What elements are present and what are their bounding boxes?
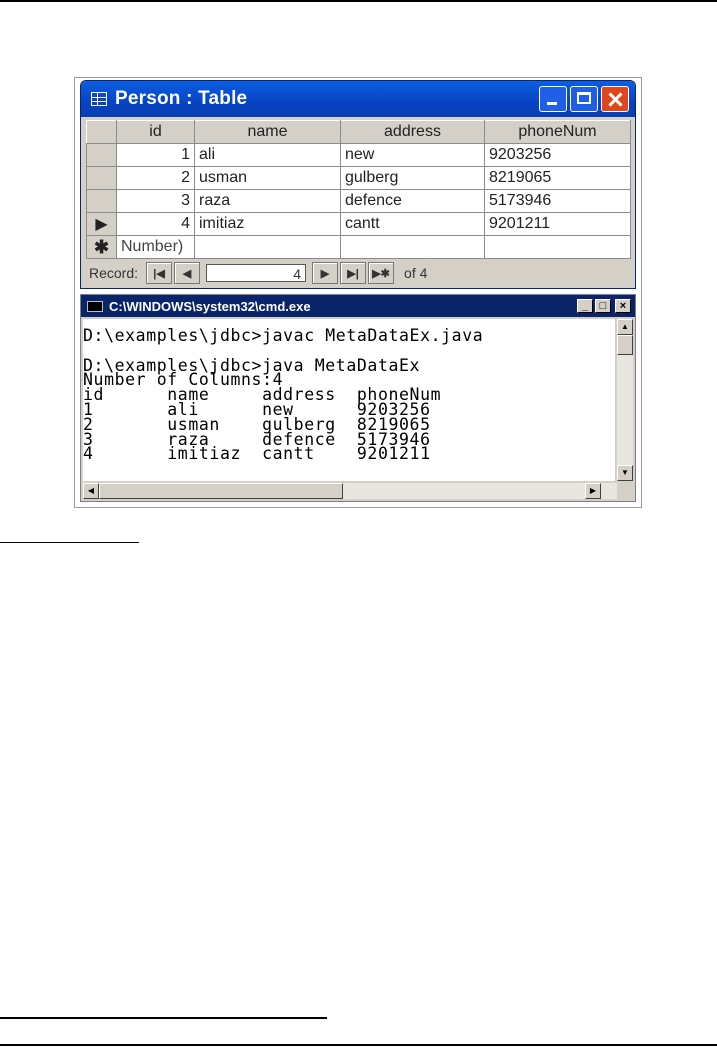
maximize-icon[interactable] bbox=[570, 86, 598, 112]
cell-address[interactable]: defence bbox=[340, 189, 485, 213]
column-header[interactable]: address bbox=[340, 120, 485, 144]
record-selector[interactable]: ▶ bbox=[86, 212, 117, 236]
cmd-window: C:\WINDOWS\system32\cmd.exe _ □ × D:\exa… bbox=[80, 294, 636, 502]
console-output-area[interactable]: D:\examples\jdbc>javac MetaDataEx.java D… bbox=[83, 319, 615, 481]
cell-address[interactable]: cantt bbox=[340, 212, 485, 236]
scroll-down-icon[interactable]: ▼ bbox=[617, 465, 633, 481]
maximize-icon[interactable]: □ bbox=[595, 299, 611, 313]
close-icon[interactable]: × bbox=[615, 299, 631, 313]
section-underline bbox=[0, 542, 139, 543]
access-table-window: Person : Table id name address phoneNum … bbox=[80, 80, 636, 289]
header-row: id name address phoneNum bbox=[86, 120, 631, 144]
access-window-title: Person : Table bbox=[115, 88, 248, 109]
scroll-up-icon[interactable]: ▲ bbox=[617, 319, 633, 335]
table-row: 1 ali new 9203256 bbox=[86, 143, 631, 167]
cell-id[interactable]: 1 bbox=[116, 143, 195, 167]
previous-record-icon[interactable]: ◀ bbox=[174, 262, 201, 284]
cell-name[interactable] bbox=[194, 235, 341, 259]
column-header[interactable]: phoneNum bbox=[484, 120, 631, 144]
scroll-left-icon[interactable]: ◀ bbox=[83, 483, 99, 499]
console-text: D:\examples\jdbc>javac MetaDataEx.java D… bbox=[83, 326, 484, 464]
last-record-icon[interactable]: ▶| bbox=[340, 262, 367, 284]
cell-id[interactable]: 3 bbox=[116, 189, 195, 213]
cmd-titlebar[interactable]: C:\WINDOWS\system32\cmd.exe _ □ × bbox=[81, 295, 635, 317]
table-icon bbox=[91, 92, 107, 106]
close-icon[interactable] bbox=[601, 86, 629, 112]
footnote-rule bbox=[0, 1017, 327, 1019]
cell-phone[interactable]: 8219065 bbox=[484, 166, 631, 190]
first-record-icon[interactable]: |◀ bbox=[146, 262, 173, 284]
record-selector[interactable] bbox=[86, 143, 117, 167]
table-row: 2 usman gulberg 8219065 bbox=[86, 166, 631, 190]
record-label: Record: bbox=[89, 265, 139, 281]
record-navigator: Record: |◀ ◀ 4 ▶ ▶| ▶✱ of 4 bbox=[89, 262, 635, 284]
table-row: ▶ 4 imitiaz cantt 9201211 bbox=[86, 212, 631, 236]
vertical-scroll-thumb[interactable] bbox=[617, 335, 633, 355]
cell-id[interactable]: 4 bbox=[116, 212, 195, 236]
bottom-rule bbox=[0, 1044, 717, 1046]
cell-id[interactable]: 2 bbox=[116, 166, 195, 190]
access-titlebar[interactable]: Person : Table bbox=[81, 81, 635, 117]
new-record-row: ✱ Number) bbox=[86, 235, 631, 259]
record-number-input[interactable]: 4 bbox=[206, 264, 307, 282]
scroll-right-icon[interactable]: ▶ bbox=[585, 483, 601, 499]
column-header[interactable]: name bbox=[194, 120, 341, 144]
select-all-corner[interactable] bbox=[86, 120, 117, 144]
cell-phone[interactable]: 9201211 bbox=[484, 212, 631, 236]
minimize-icon[interactable] bbox=[539, 86, 567, 112]
column-header[interactable]: id bbox=[116, 120, 195, 144]
datasheet-grid: id name address phoneNum 1 ali new 92032… bbox=[86, 120, 631, 259]
horizontal-scroll-thumb[interactable] bbox=[99, 483, 343, 499]
cell-name[interactable]: imitiaz bbox=[194, 212, 341, 236]
minimize-icon[interactable]: _ bbox=[577, 299, 593, 313]
cell-name[interactable]: raza bbox=[194, 189, 341, 213]
table-row: 3 raza defence 5173946 bbox=[86, 189, 631, 213]
new-record-asterisk-icon: ✱ bbox=[93, 236, 110, 257]
console-icon bbox=[87, 300, 103, 312]
record-selector-arrow-icon: ▶ bbox=[95, 216, 108, 233]
new-record-placeholder[interactable]: Number) bbox=[116, 235, 195, 259]
record-selector[interactable] bbox=[86, 189, 117, 213]
new-record-nav-icon[interactable]: ▶✱ bbox=[368, 262, 395, 284]
cell-phone[interactable]: 9203256 bbox=[484, 143, 631, 167]
horizontal-scrollbar[interactable]: ◀ ▶ bbox=[83, 483, 617, 499]
cell-name[interactable]: usman bbox=[194, 166, 341, 190]
resize-grip-icon[interactable] bbox=[617, 483, 633, 499]
top-rule bbox=[0, 0, 717, 2]
cell-address[interactable] bbox=[340, 235, 485, 259]
next-record-icon[interactable]: ▶ bbox=[312, 262, 339, 284]
cell-phone[interactable] bbox=[484, 235, 631, 259]
cell-address[interactable]: new bbox=[340, 143, 485, 167]
cell-name[interactable]: ali bbox=[194, 143, 341, 167]
cmd-window-title: C:\WINDOWS\system32\cmd.exe bbox=[109, 298, 311, 314]
record-selector[interactable] bbox=[86, 166, 117, 190]
cell-address[interactable]: gulberg bbox=[340, 166, 485, 190]
vertical-scrollbar[interactable]: ▲ ▼ bbox=[617, 319, 633, 481]
cell-phone[interactable]: 5173946 bbox=[484, 189, 631, 213]
record-count: of 4 bbox=[404, 265, 428, 281]
record-selector[interactable]: ✱ bbox=[86, 235, 117, 259]
